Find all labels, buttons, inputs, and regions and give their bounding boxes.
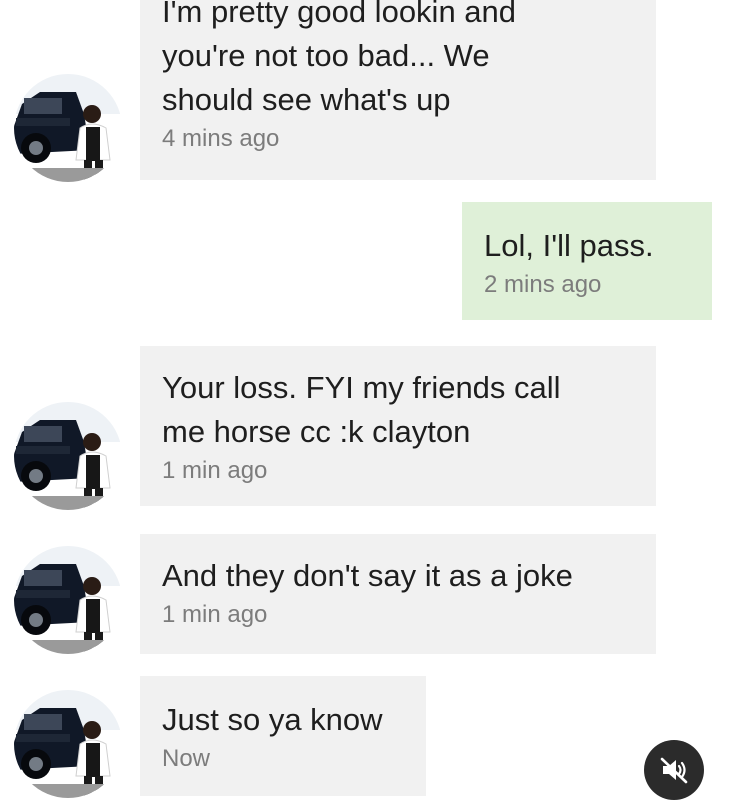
message-thread: I'm pretty good lookin and you're not to…	[0, 0, 732, 804]
message-timestamp: 2 mins ago	[484, 271, 602, 298]
avatar[interactable]	[14, 74, 122, 182]
avatar[interactable]	[14, 402, 122, 510]
speaker-muted-icon	[660, 757, 688, 784]
avatar[interactable]	[14, 546, 122, 654]
message-timestamp: Now	[162, 745, 211, 772]
message-text: Just so ya know	[162, 702, 383, 737]
message-bubble-outgoing[interactable]: Lol, I'll pass. 2 mins ago	[462, 202, 712, 320]
message-bubble-incoming[interactable]: I'm pretty good lookin and you're not to…	[140, 0, 656, 180]
message-text: Lol, I'll pass.	[484, 228, 654, 263]
mute-button[interactable]	[644, 740, 704, 800]
avatar[interactable]	[14, 690, 122, 798]
message-text: I'm pretty good lookin and you're not to…	[162, 0, 517, 117]
message-text: Your loss. FYI my friends call me horse …	[162, 370, 561, 449]
message-bubble-incoming[interactable]: And they don't say it as a joke 1 min ag…	[140, 534, 656, 654]
message-timestamp: 1 min ago	[162, 457, 268, 484]
message-bubble-incoming[interactable]: Just so ya know Now	[140, 676, 426, 796]
message-timestamp: 1 min ago	[162, 601, 268, 628]
message-bubble-incoming[interactable]: Your loss. FYI my friends call me horse …	[140, 346, 656, 506]
message-timestamp: 4 mins ago	[162, 125, 280, 152]
message-text: And they don't say it as a joke	[162, 558, 573, 593]
